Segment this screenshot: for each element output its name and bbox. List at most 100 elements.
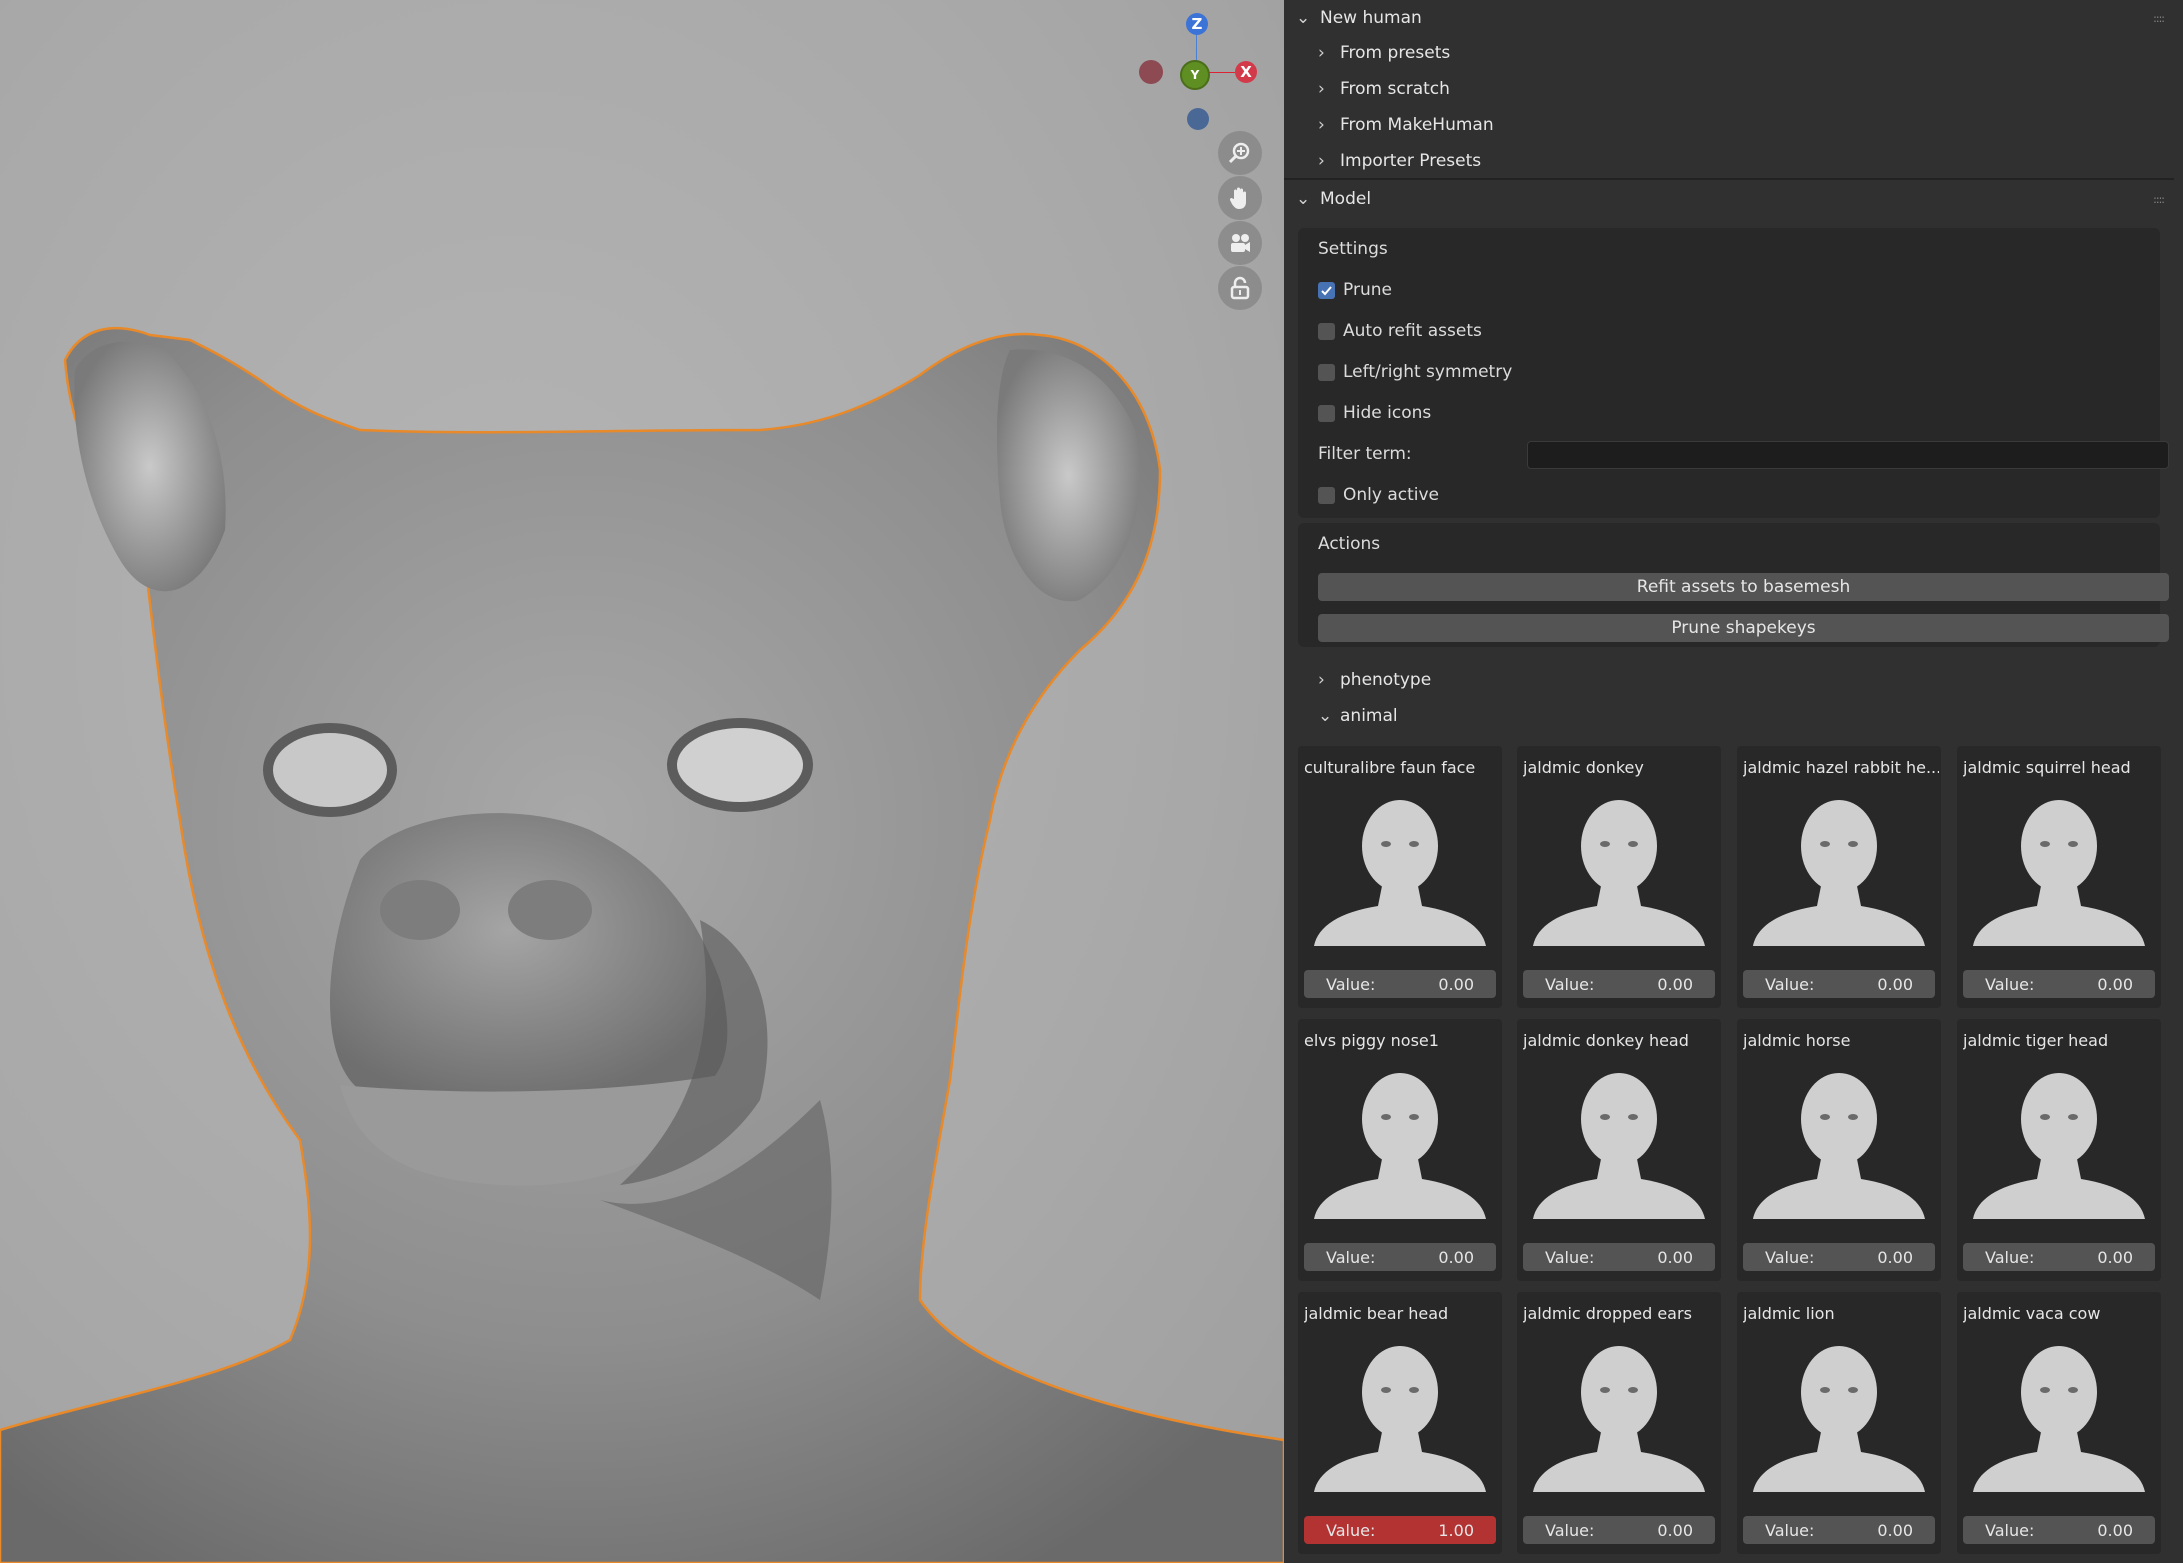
checkbox-icon[interactable] <box>1318 404 1335 422</box>
target-card[interactable]: jaldmic bear head Value: 1.00 <box>1298 1292 1502 1554</box>
value-number: 1.00 <box>1438 1520 1474 1540</box>
target-thumbnail[interactable] <box>1969 1059 2149 1219</box>
from-presets-item[interactable]: › From presets <box>1318 36 1450 70</box>
target-card[interactable]: jaldmic donkey Value: 0.00 <box>1517 746 1721 1008</box>
gizmo-x-axis[interactable]: X <box>1235 61 1257 83</box>
target-thumbnail[interactable] <box>1969 1332 2149 1492</box>
checkbox-icon[interactable] <box>1318 322 1335 340</box>
value-number: 0.00 <box>1438 1247 1474 1267</box>
symmetry-checkbox[interactable]: Left/right symmetry <box>1318 357 1512 387</box>
animal-item[interactable]: ⌄ animal <box>1318 699 1398 733</box>
importer-presets-item[interactable]: › Importer Presets <box>1318 144 1481 178</box>
value-slider[interactable]: Value: 1.00 <box>1304 1516 1496 1544</box>
target-card[interactable]: jaldmic donkey head Value: 0.00 <box>1517 1019 1721 1281</box>
phenotype-label: phenotype <box>1340 670 1432 690</box>
bear-head-model[interactable] <box>0 0 1284 1563</box>
target-name: jaldmic tiger head <box>1963 1031 2109 1050</box>
target-card[interactable]: elvs piggy nose1 Value: 0.00 <box>1298 1019 1502 1281</box>
model-header[interactable]: ⌄ Model :::: <box>1284 181 2174 217</box>
target-thumbnail[interactable] <box>1529 1059 1709 1219</box>
chevron-right-icon: › <box>1318 79 1325 99</box>
lock-icon[interactable] <box>1218 266 1262 310</box>
target-thumbnail[interactable] <box>1310 786 1490 946</box>
value-slider[interactable]: Value: 0.00 <box>1743 1243 1935 1271</box>
target-card[interactable]: jaldmic dropped ears Value: 0.00 <box>1517 1292 1721 1554</box>
target-thumbnail[interactable] <box>1529 1332 1709 1492</box>
target-card[interactable]: jaldmic horse Value: 0.00 <box>1737 1019 1941 1281</box>
auto-refit-checkbox[interactable]: Auto refit assets <box>1318 316 1482 346</box>
target-card[interactable]: culturalibre faun face Value: 0.00 <box>1298 746 1502 1008</box>
value-slider[interactable]: Value: 0.00 <box>1963 1243 2155 1271</box>
prune-shapekeys-button[interactable]: Prune shapekeys <box>1318 614 2169 642</box>
value-label: Value: <box>1985 1520 2035 1540</box>
3d-viewport[interactable]: Z Y X <box>0 0 1284 1563</box>
settings-box: Settings Prune Auto refit assets Left/ri… <box>1298 228 2169 518</box>
prune-label: Prune <box>1343 280 1392 300</box>
value-label: Value: <box>1985 974 2035 994</box>
target-thumbnail[interactable] <box>1969 786 2149 946</box>
value-number: 0.00 <box>2097 1520 2133 1540</box>
value-slider[interactable]: Value: 0.00 <box>1523 970 1715 998</box>
value-slider[interactable]: Value: 0.00 <box>1963 1516 2155 1544</box>
only-active-checkbox[interactable]: Only active <box>1318 480 1439 510</box>
value-slider[interactable]: Value: 0.00 <box>1963 970 2155 998</box>
camera-icon[interactable] <box>1218 221 1262 265</box>
value-slider[interactable]: Value: 0.00 <box>1304 970 1496 998</box>
value-label: Value: <box>1326 1520 1376 1540</box>
target-card[interactable]: jaldmic vaca cow Value: 0.00 <box>1957 1292 2161 1554</box>
settings-title: Settings <box>1318 239 1388 259</box>
filter-term-input[interactable] <box>1527 441 2169 469</box>
chevron-down-icon: ⌄ <box>1318 706 1333 726</box>
importer-presets-label: Importer Presets <box>1340 151 1482 171</box>
from-makehuman-item[interactable]: › From MakeHuman <box>1318 108 1494 142</box>
value-slider[interactable]: Value: 0.00 <box>1523 1243 1715 1271</box>
value-number: 0.00 <box>2097 974 2133 994</box>
drag-grip-icon[interactable]: :::: <box>2153 12 2165 25</box>
value-label: Value: <box>1545 1520 1595 1540</box>
prune-checkbox[interactable]: Prune <box>1318 275 1392 305</box>
target-thumbnail[interactable] <box>1749 1332 1929 1492</box>
target-thumbnail[interactable] <box>1749 786 1929 946</box>
target-card[interactable]: jaldmic hazel rabbit he... Value: 0.00 <box>1737 746 1941 1008</box>
zoom-icon[interactable] <box>1218 131 1262 175</box>
gizmo-neg-x-axis[interactable] <box>1139 60 1163 84</box>
chevron-right-icon: › <box>1318 151 1325 171</box>
target-thumbnail[interactable] <box>1310 1059 1490 1219</box>
gizmo-neg-z-axis[interactable] <box>1187 108 1209 130</box>
checkbox-checked-icon[interactable] <box>1318 281 1335 299</box>
refit-assets-button[interactable]: Refit assets to basemesh <box>1318 573 2169 601</box>
chevron-right-icon: › <box>1318 670 1325 690</box>
hand-pan-icon[interactable] <box>1218 176 1262 220</box>
target-name: jaldmic vaca cow <box>1963 1304 2101 1323</box>
value-slider[interactable]: Value: 0.00 <box>1743 1516 1935 1544</box>
drag-grip-icon[interactable]: :::: <box>2153 193 2165 206</box>
target-card[interactable]: jaldmic tiger head Value: 0.00 <box>1957 1019 2161 1281</box>
target-thumbnail[interactable] <box>1529 786 1709 946</box>
value-number: 0.00 <box>1657 1247 1693 1267</box>
checkbox-icon[interactable] <box>1318 486 1335 504</box>
from-scratch-item[interactable]: › From scratch <box>1318 72 1450 106</box>
value-number: 0.00 <box>1877 1247 1913 1267</box>
new-human-header[interactable]: ⌄ New human :::: <box>1284 0 2174 36</box>
target-thumbnail[interactable] <box>1749 1059 1929 1219</box>
target-name: jaldmic horse <box>1743 1031 1851 1050</box>
hide-icons-checkbox[interactable]: Hide icons <box>1318 398 1431 428</box>
only-active-label: Only active <box>1343 485 1440 505</box>
target-card[interactable]: jaldmic squirrel head Value: 0.00 <box>1957 746 2161 1008</box>
checkbox-icon[interactable] <box>1318 363 1335 381</box>
value-label: Value: <box>1985 1247 2035 1267</box>
gizmo-y-axis[interactable]: Y <box>1180 60 1210 90</box>
target-thumbnail[interactable] <box>1310 1332 1490 1492</box>
gizmo-z-axis[interactable]: Z <box>1186 13 1208 35</box>
model-label: Model <box>1320 189 1372 209</box>
value-slider[interactable]: Value: 0.00 <box>1523 1516 1715 1544</box>
value-label: Value: <box>1326 1247 1376 1267</box>
value-slider[interactable]: Value: 0.00 <box>1743 970 1935 998</box>
value-slider[interactable]: Value: 0.00 <box>1304 1243 1496 1271</box>
target-name: jaldmic squirrel head <box>1963 758 2131 777</box>
target-name: jaldmic donkey <box>1523 758 1644 777</box>
auto-refit-label: Auto refit assets <box>1343 321 1482 341</box>
target-card[interactable]: jaldmic lion Value: 0.00 <box>1737 1292 1941 1554</box>
phenotype-item[interactable]: › phenotype <box>1318 663 1431 697</box>
target-name: jaldmic dropped ears <box>1523 1304 1692 1323</box>
